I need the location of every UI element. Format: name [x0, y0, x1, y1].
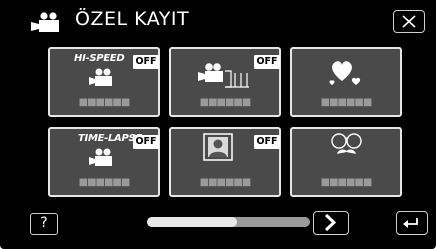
scrollbar[interactable] — [147, 217, 310, 227]
tile-label: ■■■■■■ — [199, 177, 252, 188]
movie-camera-icon — [89, 148, 112, 166]
next-page-button[interactable] — [313, 211, 349, 235]
portrait-frame-icon — [203, 133, 233, 161]
return-arrow-icon — [403, 218, 418, 228]
header-bar: ÖZEL KAYIT — [0, 0, 436, 38]
tile-frame-recording[interactable]: OFF ■■■■■■ — [169, 47, 281, 117]
scrollbar-thumb[interactable] — [147, 217, 237, 227]
off-badge: OFF — [254, 55, 280, 69]
tile-hi-speed[interactable]: HI-SPEED OFF ■■■■■■ — [48, 47, 160, 117]
off-badge: OFF — [133, 55, 159, 69]
tile-label: ■■■■■■ — [199, 97, 252, 108]
glasses-mustache-icon — [331, 133, 362, 154]
tile-label: ■■■■■■ — [78, 177, 131, 188]
special-recording-screen: ÖZEL KAYIT HI-SPEED OFF ■■■■■■ OFF ■■■■■… — [0, 0, 436, 249]
back-button[interactable] — [396, 211, 428, 235]
movie-camera-icon — [31, 12, 59, 32]
tile-animation-effect[interactable]: ■■■■■■ — [290, 47, 402, 117]
off-badge: OFF — [254, 135, 280, 149]
movie-camera-icon — [89, 68, 112, 86]
chevron-right-icon — [324, 213, 337, 232]
tile-auto-rec[interactable]: OFF ■■■■■■ — [169, 127, 281, 197]
tile-face-sticker[interactable]: ■■■■■■ — [290, 127, 402, 197]
off-badge: OFF — [133, 135, 159, 149]
hearts-icon — [329, 61, 361, 85]
close-icon — [402, 15, 416, 28]
help-button[interactable]: ? — [30, 213, 58, 235]
tile-label: ■■■■■■ — [320, 97, 373, 108]
close-button[interactable] — [393, 10, 425, 33]
tile-name: HI-SPEED — [74, 53, 125, 64]
tile-label: ■■■■■■ — [78, 97, 131, 108]
tile-time-lapse[interactable]: TIME-LAPSE OFF ■■■■■■ — [48, 127, 160, 197]
movie-camera-frames-icon — [198, 63, 249, 88]
tile-label: ■■■■■■ — [320, 177, 373, 188]
page-title: ÖZEL KAYIT — [75, 8, 190, 30]
